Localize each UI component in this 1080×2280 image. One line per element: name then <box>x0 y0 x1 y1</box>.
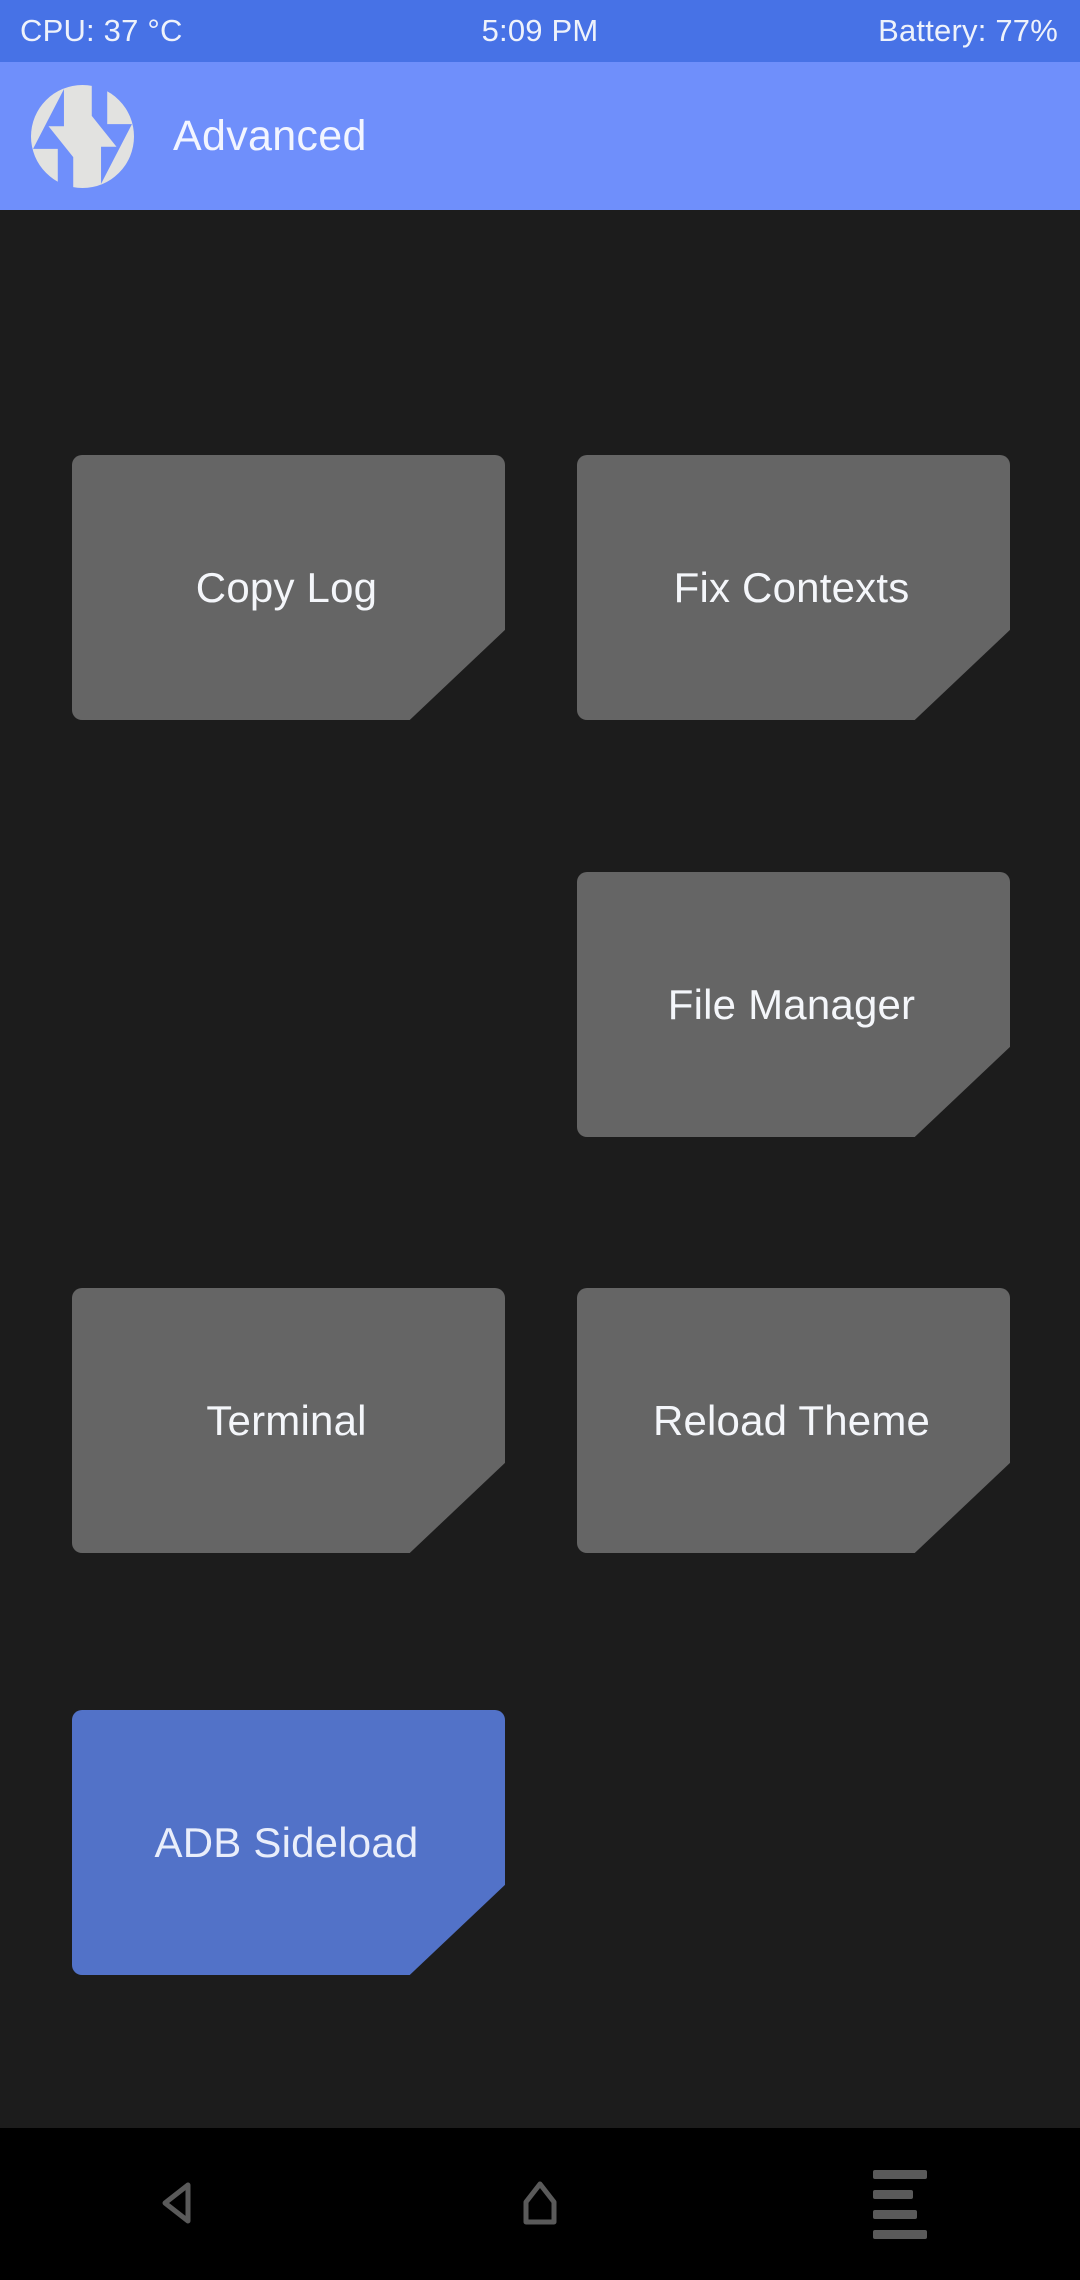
home-icon <box>514 2177 566 2232</box>
app-header: Advanced <box>0 62 1080 210</box>
cpu-temperature-text: CPU: 37 °C <box>20 13 183 48</box>
nav-back-button[interactable] <box>0 2128 360 2280</box>
file-manager-button[interactable]: File Manager <box>577 872 1010 1137</box>
reload-theme-button[interactable]: Reload Theme <box>577 1288 1010 1553</box>
adb-sideload-button[interactable]: ADB Sideload <box>72 1710 505 1975</box>
terminal-button[interactable]: Terminal <box>72 1288 505 1553</box>
button-face <box>577 455 1010 720</box>
twrp-advanced-screen: CPU: 37 °C 5:09 PM Battery: 77% Advanced… <box>0 0 1080 2280</box>
nav-recents-button[interactable] <box>720 2128 1080 2280</box>
fix-contexts-button[interactable]: Fix Contexts <box>577 455 1010 720</box>
twrp-logo-icon <box>31 84 134 188</box>
nav-home-button[interactable] <box>360 2128 720 2280</box>
status-bar: CPU: 37 °C 5:09 PM Battery: 77% <box>0 0 1080 62</box>
button-face <box>577 1288 1010 1553</box>
button-face <box>72 1288 505 1553</box>
button-face <box>72 1710 505 1975</box>
battery-level-text: Battery: 77% <box>878 13 1058 48</box>
copy-log-button[interactable]: Copy Log <box>72 455 505 720</box>
recents-menu-icon <box>873 2169 927 2239</box>
android-navigation-bar <box>0 2128 1080 2280</box>
back-triangle-icon <box>154 2177 206 2232</box>
advanced-menu-grid: Copy Log Fix Contexts File Manager Termi… <box>0 210 1080 2128</box>
button-face <box>72 455 505 720</box>
button-face <box>577 872 1010 1137</box>
page-title: Advanced <box>173 111 367 160</box>
